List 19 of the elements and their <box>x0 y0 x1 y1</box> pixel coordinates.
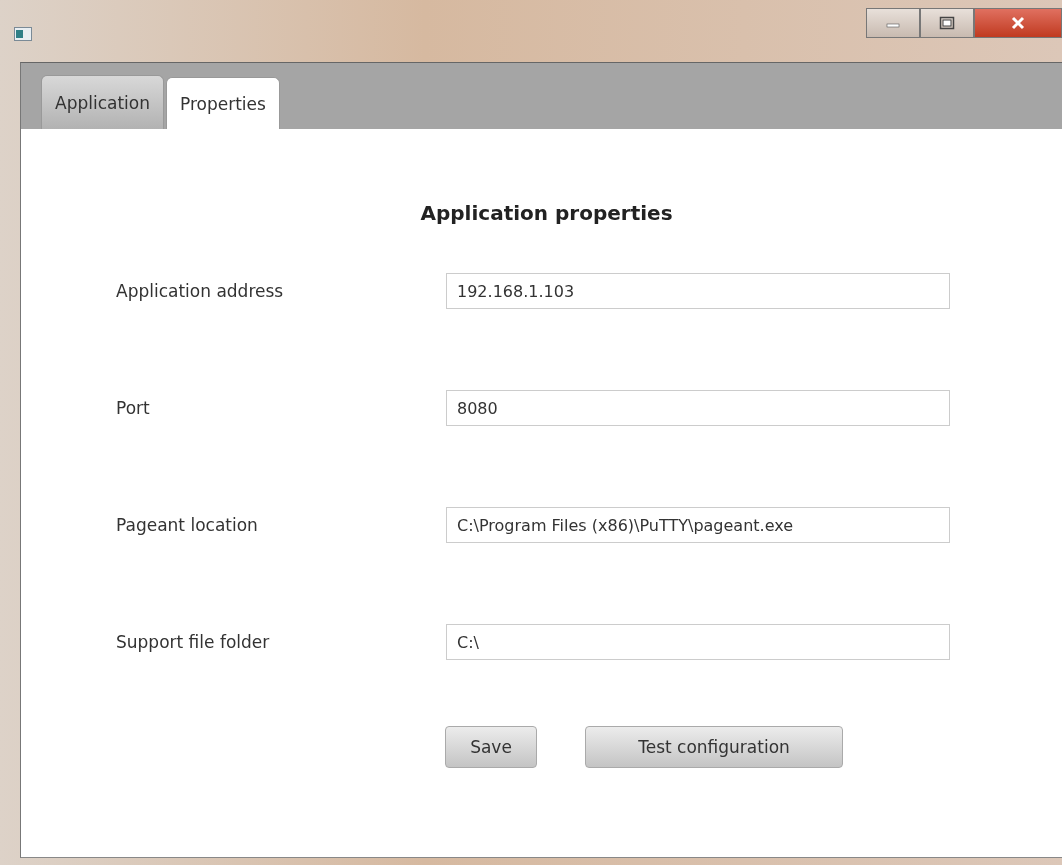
app-icon <box>14 27 32 41</box>
field-label: Port <box>115 398 151 418</box>
maximize-button[interactable] <box>920 8 974 38</box>
test-button[interactable]: Test configuration <box>585 726 843 768</box>
tab[interactable]: Application <box>41 75 164 129</box>
field-label: Pageant location <box>115 515 259 535</box>
save-button[interactable]: Save <box>445 726 537 768</box>
section-heading: Application properties <box>420 201 673 225</box>
input-field[interactable]: C:\Program Files (x86)\PuTTY\pageant.exe <box>446 507 950 543</box>
close-icon <box>1010 16 1026 30</box>
field-label: Application address <box>115 281 285 301</box>
input-field[interactable]: 192.168.1.103 <box>446 273 950 309</box>
tab[interactable]: Properties <box>166 77 280 129</box>
close-button[interactable] <box>974 8 1062 38</box>
maximize-icon <box>939 16 955 30</box>
input-field[interactable]: 8080 <box>446 390 950 426</box>
field-label: Support file folder <box>115 632 271 652</box>
input-field[interactable]: C:\ <box>446 624 950 660</box>
minimize-button[interactable] <box>866 8 920 38</box>
